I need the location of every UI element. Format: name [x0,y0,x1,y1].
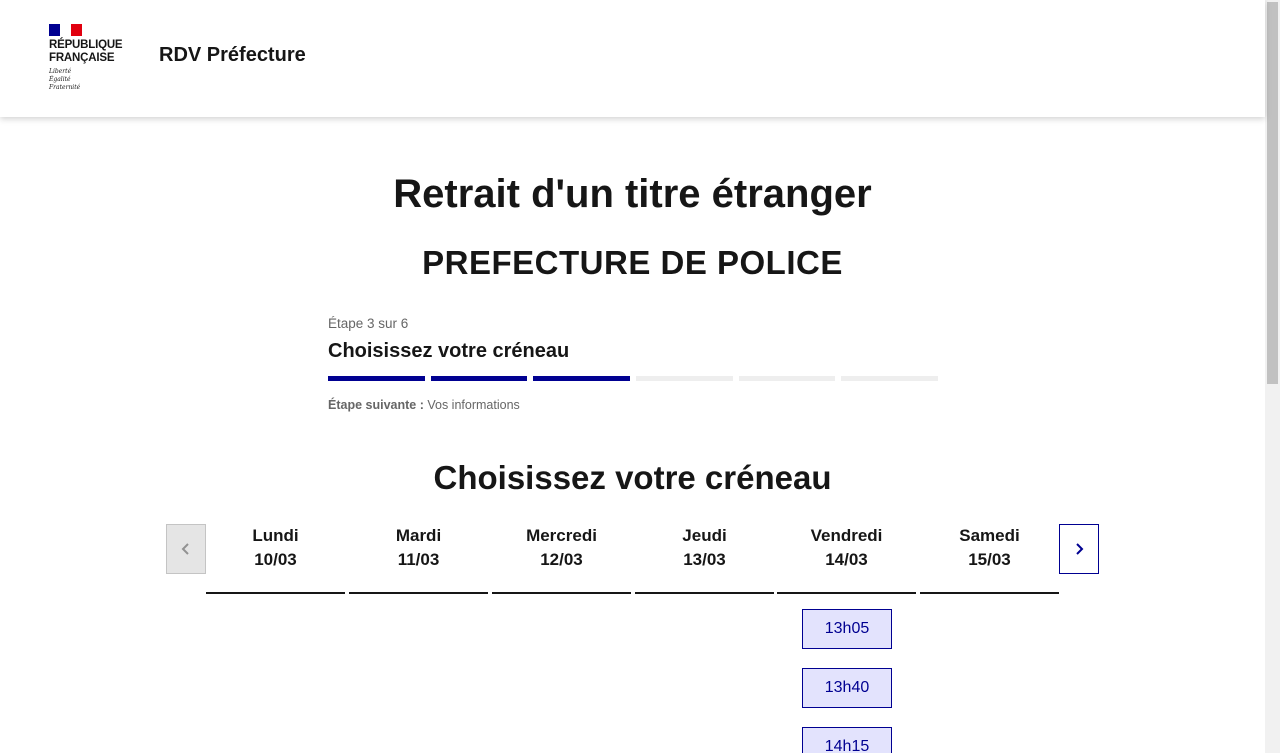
day-name: Jeudi [682,526,727,545]
time-slot-button[interactable]: 14h15 [802,727,892,753]
previous-week-button[interactable] [166,524,206,574]
day-name: Vendredi [810,526,883,545]
day-column-samedi: Samedi 15/03 [920,524,1059,594]
logo-line-2: FRANÇAISE [49,52,115,64]
step-bar-1 [328,376,425,381]
french-flag-icon [49,24,82,36]
page-subtitle: PREFECTURE DE POLICE [422,244,843,281]
time-slot-button[interactable]: 13h40 [802,668,892,708]
step-bar-4 [636,376,733,381]
day-name: Lundi [252,526,299,545]
day-column-mardi: Mardi 11/03 [349,524,488,594]
stepper: Étape 3 sur 6 Choisissez votre créneau É… [328,316,939,412]
day-name: Mercredi [526,526,597,545]
scrollbar-thumb[interactable] [1267,2,1278,384]
step-next-value: Vos informations [427,398,520,412]
devise-liberte: Liberté [49,68,72,75]
devise-egalite: Égalité [49,76,71,83]
calendar-title: Choisissez votre créneau [433,459,832,496]
service-title[interactable]: RDV Préfecture [159,44,306,67]
day-date: 12/03 [540,550,583,569]
day-column-vendredi: Vendredi 14/03 [777,524,916,594]
step-next-label: Étape suivante : [328,398,424,412]
step-title: Choisissez votre créneau [328,340,570,362]
day-date: 14/03 [825,550,868,569]
devise: Liberté Égalité Fraternité [49,68,139,92]
page-title: Retrait d'un titre étranger [393,172,872,216]
day-date: 15/03 [968,550,1011,569]
day-column-jeudi: Jeudi 13/03 [635,524,774,594]
logo-text: RÉPUBLIQUE FRANÇAISE [49,39,139,65]
step-progress [328,376,939,381]
chevron-right-icon [1076,543,1084,555]
step-state: Étape 3 sur 6 [328,316,409,331]
site-header: RÉPUBLIQUE FRANÇAISE Liberté Égalité Fra… [0,0,1265,117]
day-column-lundi: Lundi 10/03 [206,524,345,594]
day-date: 11/03 [397,550,440,569]
step-bar-2 [430,376,528,381]
chevron-left-icon [181,543,189,555]
day-date: 13/03 [683,550,726,569]
page-scrollbar[interactable] [1265,0,1280,753]
step-bar-5 [738,376,836,381]
time-slot-button[interactable]: 13h05 [802,609,892,649]
day-name: Samedi [959,526,1020,545]
next-week-button[interactable] [1059,524,1099,574]
day-date: 10/03 [254,550,297,569]
step-next: Étape suivante : Vos informations [328,398,938,412]
devise-fraternite: Fraternité [49,84,81,91]
step-bar-3 [533,376,631,381]
step-bar-6 [841,376,939,381]
day-name: Mardi [395,526,442,545]
day-column-mercredi: Mercredi 12/03 [492,524,631,594]
republique-francaise-logo[interactable]: RÉPUBLIQUE FRANÇAISE Liberté Égalité Fra… [49,24,139,96]
logo-line-1: RÉPUBLIQUE [49,39,123,51]
